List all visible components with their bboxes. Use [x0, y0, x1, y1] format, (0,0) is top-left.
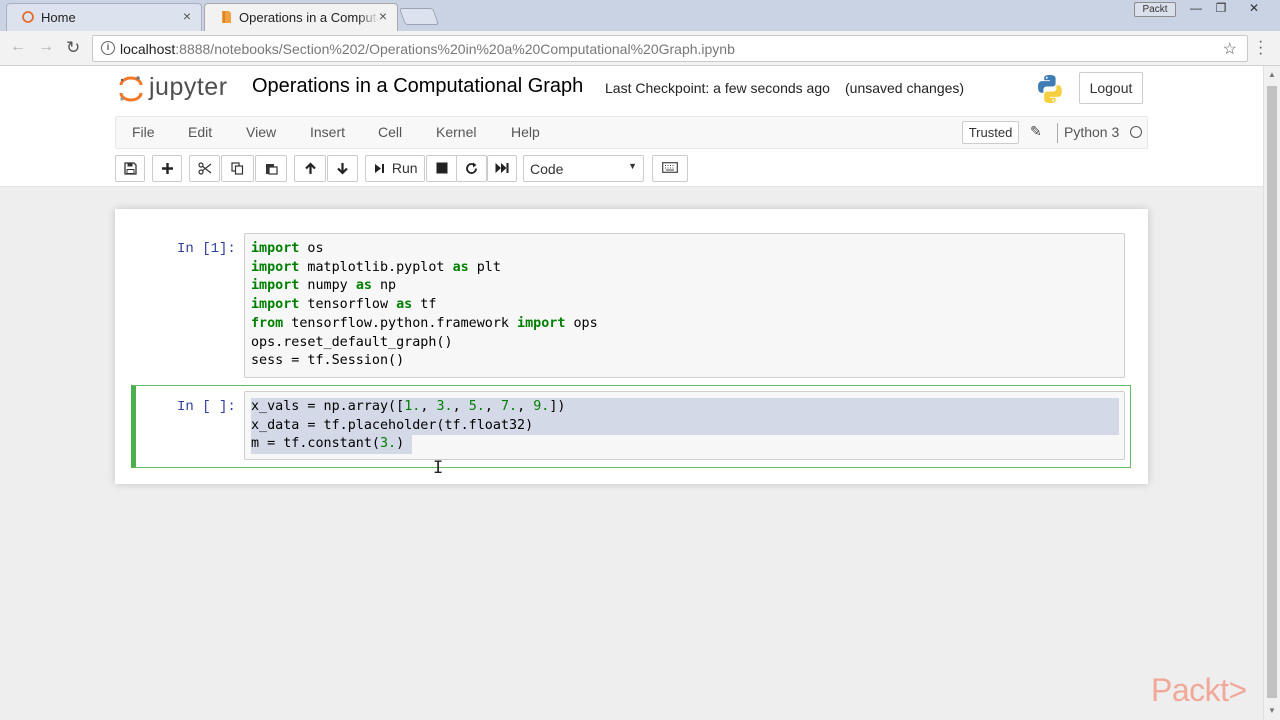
interrupt-button[interactable]	[426, 155, 457, 182]
address-bar-row: ← → ↻ i localhost:8888/notebooks/Section…	[0, 31, 1280, 66]
url-path: :8888/notebooks/Section%202/Operations%2…	[175, 41, 735, 57]
kernel-divider	[1057, 123, 1058, 143]
code-line: m = tf.constant(3.)	[251, 436, 405, 452]
code-line: from tensorflow.python.framework import …	[251, 315, 598, 331]
url-field[interactable]: i localhost:8888/notebooks/Section%202/O…	[92, 35, 1248, 62]
restart-run-all-button[interactable]	[487, 155, 517, 182]
pencil-icon[interactable]: ✎	[1030, 123, 1042, 140]
jupyter-wordmark: jupyter	[149, 73, 228, 101]
code-line: x_vals = np.array([1., 3., 5., 7., 9.])	[251, 399, 566, 414]
url-host: localhost	[120, 41, 176, 57]
code-cell-1[interactable]: import os import matplotlib.pyplot as pl…	[244, 233, 1125, 378]
stop-icon	[436, 162, 447, 174]
tab-home[interactable]: Home ×	[6, 3, 202, 31]
command-palette-button[interactable]	[652, 155, 688, 182]
trusted-indicator[interactable]: Trusted	[962, 121, 1019, 144]
scrollbar-thumb[interactable]	[1267, 86, 1277, 698]
window-close-icon[interactable]: ✕	[1240, 1, 1268, 17]
jupyter-favicon-icon	[22, 11, 34, 23]
tab-notebook[interactable]: Operations in a Computational Graph ×	[204, 3, 398, 31]
arrow-down-icon	[337, 163, 348, 175]
menu-file[interactable]: File	[132, 124, 155, 140]
menu-help[interactable]: Help	[511, 124, 540, 140]
reload-icon[interactable]: ↻	[66, 38, 80, 58]
menu-edit[interactable]: Edit	[188, 124, 212, 140]
info-icon[interactable]: i	[101, 41, 115, 55]
bookmark-star-icon[interactable]: ☆	[1223, 39, 1237, 59]
notebook-title[interactable]: Operations in a Computational Graph	[252, 75, 583, 98]
code-line: x_data = tf.placeholder(tf.float32)	[251, 417, 534, 433]
move-down-button[interactable]	[327, 155, 358, 182]
close-icon[interactable]: ×	[183, 8, 191, 24]
restart-icon	[466, 162, 477, 174]
unsaved-status: (unsaved changes)	[845, 80, 965, 96]
dropdown-caret-icon: ▼	[628, 161, 637, 171]
minimize-icon[interactable]: —	[1182, 1, 1210, 17]
page-scrollbar[interactable]: ▲ ▼	[1263, 66, 1280, 720]
cut-button[interactable]	[189, 155, 220, 182]
cell-type-value: Code	[530, 161, 564, 177]
kernel-idle-icon	[1130, 126, 1142, 138]
move-up-button[interactable]	[294, 155, 326, 182]
notebook-favicon-icon	[222, 11, 231, 23]
code-line: import os	[251, 241, 324, 256]
browser-menu-icon[interactable]: · · ·	[1258, 34, 1263, 62]
packt-watermark-logo: Packt>	[1151, 672, 1247, 708]
jupyter-logo[interactable]: jupyter	[119, 73, 239, 105]
menu-view[interactable]: View	[246, 124, 276, 140]
copy-button[interactable]	[221, 155, 254, 182]
restart-button[interactable]	[456, 155, 487, 182]
forward-icon[interactable]: →	[38, 38, 54, 56]
paste-button[interactable]	[255, 155, 287, 182]
plus-icon	[161, 163, 173, 174]
kernel-name: Python 3	[1064, 124, 1120, 140]
code-line: ops.reset_default_graph()	[251, 334, 453, 350]
paste-icon	[265, 164, 278, 175]
run-button[interactable]: Run	[365, 155, 425, 182]
menu-cell[interactable]: Cell	[378, 124, 402, 140]
jupyter-logo-icon	[119, 76, 143, 102]
tab-notebook-label: Operations in a Computational Graph	[239, 10, 379, 25]
python-logo-icon	[1038, 75, 1062, 103]
new-tab-button[interactable]	[398, 8, 440, 25]
url-text: localhost:8888/notebooks/Section%202/Ope…	[120, 41, 735, 57]
save-button[interactable]	[115, 155, 145, 182]
back-icon[interactable]: ←	[10, 38, 26, 56]
restore-icon[interactable]: ❐	[1207, 1, 1235, 17]
copy-icon	[231, 162, 244, 175]
menu-bar: File Edit View Insert Cell Kernel Help T…	[115, 116, 1148, 149]
scroll-down-icon[interactable]: ▼	[1268, 706, 1276, 715]
code-cell-2[interactable]: x_vals = np.array([1., 3., 5., 7., 9.]) …	[244, 391, 1125, 460]
menu-kernel[interactable]: Kernel	[436, 124, 476, 140]
step-forward-icon	[375, 164, 384, 173]
keyboard-icon	[662, 162, 678, 173]
code-line: sess = tf.Session()	[251, 353, 405, 369]
tab-home-label: Home	[41, 10, 76, 25]
fast-forward-icon	[495, 163, 509, 173]
scroll-up-icon[interactable]: ▲	[1268, 70, 1276, 79]
browser-tab-bar: Home × Operations in a Computational Gra…	[0, 0, 1280, 31]
insert-cell-button[interactable]	[152, 155, 182, 182]
checkpoint-status: Last Checkpoint: a few seconds ago	[605, 80, 830, 96]
menu-insert[interactable]: Insert	[310, 124, 345, 140]
close-icon[interactable]: ×	[379, 8, 387, 24]
notebook-container: In [1]: import os import matplotlib.pypl…	[115, 209, 1148, 484]
profile-badge[interactable]: Packt	[1134, 2, 1176, 17]
cell-type-select[interactable]: Code ▼	[523, 155, 644, 182]
save-icon	[123, 162, 137, 175]
jupyter-header: jupyter Operations in a Computational Gr…	[0, 66, 1263, 187]
cell-prompt: In [ ]:	[177, 399, 236, 415]
code-line: import tensorflow as tf	[251, 297, 437, 313]
code-line: import numpy as np	[251, 278, 397, 294]
cell-prompt: In [1]:	[177, 241, 236, 257]
text-cursor-icon: I	[433, 458, 444, 478]
scissors-icon	[197, 162, 211, 175]
arrow-up-icon	[304, 162, 316, 174]
run-button-label: Run	[391, 160, 418, 176]
logout-button[interactable]: Logout	[1079, 72, 1143, 104]
code-line: import matplotlib.pyplot as plt	[251, 259, 501, 275]
